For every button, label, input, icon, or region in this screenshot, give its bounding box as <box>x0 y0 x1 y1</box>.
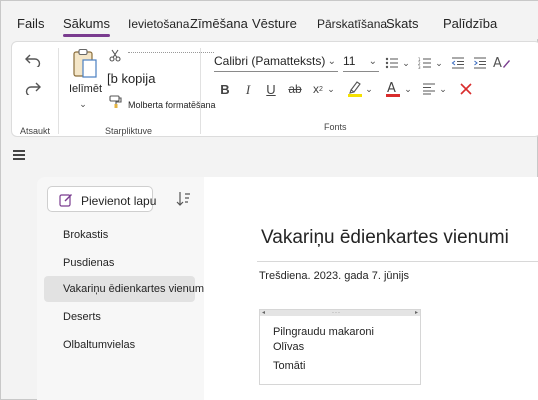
undo-icon[interactable] <box>22 50 44 70</box>
styles-icon[interactable]: A <box>492 52 512 72</box>
copy-label[interactable]: [b kopija <box>107 71 155 86</box>
highlight-icon[interactable] <box>346 78 364 98</box>
menu-bar: Fails Sākums Ievietošana Zīmēšana Vēstur… <box>1 1 538 39</box>
page-title[interactable]: Vakariņu ēdienkartes vienumi <box>261 227 509 249</box>
hamburger-menu-icon[interactable] <box>13 150 25 160</box>
sort-icon[interactable] <box>175 190 191 208</box>
undo-group-label: Atsaukt <box>20 126 51 136</box>
menu-insert[interactable]: Ievietošana <box>128 17 189 31</box>
underline-button[interactable]: U <box>263 80 279 98</box>
menu-review[interactable]: Pārskatīšana <box>317 17 387 31</box>
format-painter-icon[interactable] <box>108 94 124 108</box>
font-size-value: 11 <box>343 54 356 68</box>
note-line[interactable]: Olīvas <box>273 341 304 353</box>
note-drag-handle[interactable]: ◂ ··· ▸ <box>260 310 420 316</box>
menu-view[interactable]: Skats <box>386 16 419 31</box>
chevron-down-icon: ⌄ <box>327 56 336 67</box>
add-page-button[interactable]: Pievienot lapu <box>47 186 157 212</box>
resize-right-icon: ▸ <box>414 310 418 316</box>
note-line[interactable]: Pilngraudu makaroni <box>273 326 374 338</box>
ribbon-divider <box>200 48 201 134</box>
menu-file[interactable]: Fails <box>17 16 44 31</box>
page-item-olbaltumvielas[interactable]: Olbaltumvielas <box>63 339 135 351</box>
svg-text:3: 3 <box>418 65 421 69</box>
highlight-dropdown-icon[interactable]: ⌄ <box>364 80 374 98</box>
align-icon[interactable] <box>420 80 438 98</box>
italic-button[interactable]: I <box>240 80 256 98</box>
app-window: Fails Sākums Ievietošana Zīmēšana Vēstur… <box>0 0 538 400</box>
bullet-list-dropdown-icon[interactable]: ⌄ <box>401 54 411 72</box>
font-size-combo[interactable]: 11 ⌄ <box>343 54 379 72</box>
font-color-icon[interactable]: A <box>384 78 402 98</box>
page-date: Trešdiena. 2023. gada 7. jūnijs <box>259 270 410 282</box>
bold-button[interactable]: B <box>217 80 233 98</box>
decrease-indent-icon[interactable] <box>449 54 467 72</box>
add-page-label: Pievienot lapu <box>81 194 157 208</box>
page-list-pane: Pievienot lapu Brokastis Pusdienas Vakar… <box>37 177 206 400</box>
paste-dropdown-icon[interactable]: ⌄ <box>76 98 90 110</box>
clear-formatting-icon[interactable] <box>457 80 475 98</box>
numbered-list-icon[interactable]: 123 <box>416 54 434 72</box>
ribbon-divider <box>58 48 59 134</box>
paste-icon[interactable] <box>68 46 102 82</box>
font-group-label: Fonts <box>324 122 347 132</box>
align-dropdown-icon[interactable]: ⌄ <box>438 80 448 98</box>
svg-text:A: A <box>387 81 396 96</box>
font-name-value: Calibri (Pamatteksts) <box>214 54 326 68</box>
menu-draw[interactable]: Zīmēšana <box>190 16 248 31</box>
strikethrough-button[interactable]: ab <box>286 80 304 98</box>
chevron-down-icon: ⌄ <box>368 56 377 67</box>
clipboard-group-label: Starpliktuve <box>105 126 153 136</box>
add-page-icon <box>58 192 74 208</box>
drag-dots-icon: ··· <box>332 310 341 316</box>
cut-icon[interactable] <box>108 48 122 62</box>
menu-history[interactable]: Vēsture <box>252 16 297 31</box>
font-color-dropdown-icon[interactable]: ⌄ <box>403 80 413 98</box>
note-line[interactable]: Tomāti <box>273 360 305 372</box>
page-item-pusdienas[interactable]: Pusdienas <box>63 257 114 269</box>
increase-indent-icon[interactable] <box>471 54 489 72</box>
page-item-brokastis[interactable]: Brokastis <box>63 229 108 241</box>
format-painter-label[interactable]: Molberta formatēšana <box>128 100 216 110</box>
page-item-vakarinu[interactable]: Vakariņu ēdienkartes vienumi <box>44 276 206 302</box>
menu-help[interactable]: Palīdzība <box>443 16 497 31</box>
cut-label-placeholder <box>128 52 214 54</box>
font-name-combo[interactable]: Calibri (Pamatteksts) ⌄ <box>214 54 338 72</box>
redo-icon[interactable] <box>22 78 44 98</box>
resize-left-icon: ◂ <box>262 310 266 316</box>
numbered-list-dropdown-icon[interactable]: ⌄ <box>434 54 444 72</box>
page-item-deserts[interactable]: Deserts <box>63 311 101 323</box>
note-container[interactable]: ◂ ··· ▸ Pilngraudu makaroni Olīvas Tomāt… <box>259 309 421 385</box>
paste-label[interactable]: Ielīmēt <box>69 83 102 95</box>
subscript-button[interactable]: x2 <box>311 80 325 98</box>
title-underline <box>257 261 538 262</box>
page-canvas[interactable]: Vakariņu ēdienkartes vienumi Trešdiena. … <box>204 177 538 400</box>
subscript-dropdown-icon[interactable]: ⌄ <box>326 80 336 98</box>
bullet-list-icon[interactable] <box>383 54 401 72</box>
svg-text:A: A <box>493 56 502 70</box>
menu-home[interactable]: Sākums <box>63 16 110 37</box>
ribbon: Atsaukt Ielīmēt ⌄ [b kopija Molberta for… <box>11 41 538 137</box>
